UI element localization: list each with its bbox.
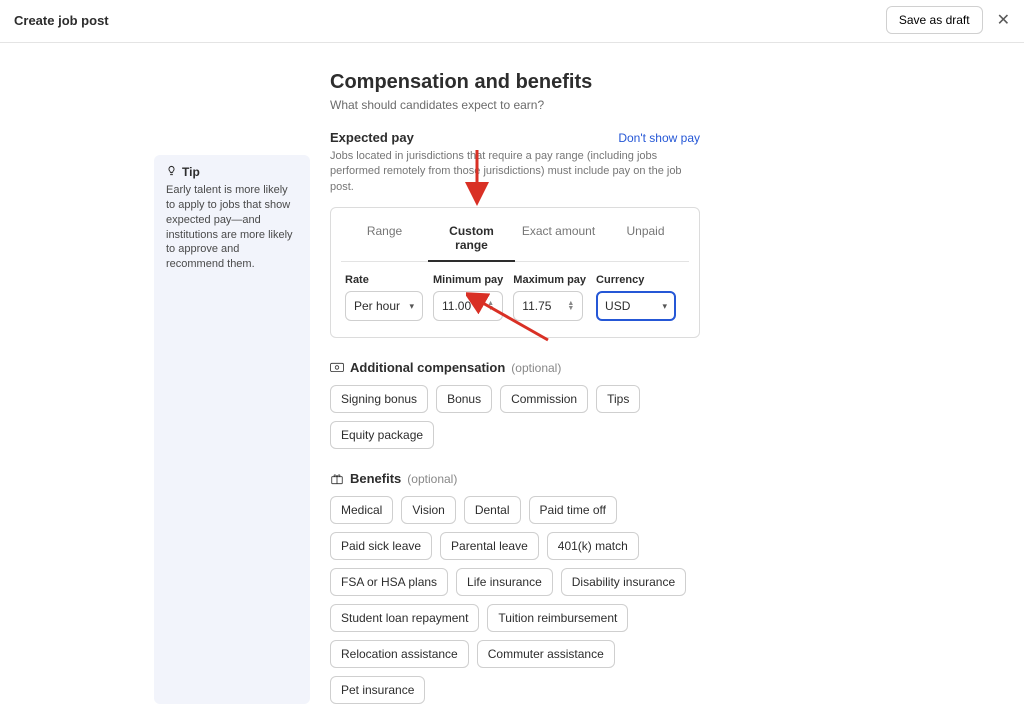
stepper-icon: ▲▼ <box>487 301 494 311</box>
tab-unpaid[interactable]: Unpaid <box>602 216 689 261</box>
tab-range[interactable]: Range <box>341 216 428 261</box>
close-icon[interactable]: ✕ <box>997 10 1010 30</box>
benefits-chip[interactable]: 401(k) match <box>547 532 639 560</box>
benefits-chip[interactable]: Commuter assistance <box>477 640 615 668</box>
additional-compensation-chip[interactable]: Commission <box>500 385 588 413</box>
min-label: Minimum pay <box>433 274 503 286</box>
benefits-chip[interactable]: Tuition reimbursement <box>487 604 628 632</box>
benefits-chip[interactable]: Vision <box>401 496 455 524</box>
additional-compensation-chip[interactable]: Signing bonus <box>330 385 428 413</box>
benefits-chip[interactable]: Pet insurance <box>330 676 425 704</box>
benefits-chip[interactable]: FSA or HSA plans <box>330 568 448 596</box>
tip-card: Tip Early talent is more likely to apply… <box>154 155 310 704</box>
lightbulb-icon <box>166 165 177 179</box>
save-as-draft-button[interactable]: Save as draft <box>886 6 983 34</box>
topbar: Create job post Save as draft ✕ <box>0 0 1024 43</box>
page-title: Create job post <box>14 13 109 28</box>
chevron-down-icon: ▾ <box>663 301 668 312</box>
benefits-chip[interactable]: Paid time off <box>529 496 617 524</box>
rate-select[interactable]: Per hour ▾ <box>345 291 423 321</box>
tip-heading: Tip <box>182 165 200 179</box>
currency-label: Currency <box>596 274 676 286</box>
tip-body: Early talent is more likely to apply to … <box>166 183 298 272</box>
maximum-pay-input[interactable]: 11.75 ▲▼ <box>513 291 583 321</box>
benefits-chip[interactable]: Paid sick leave <box>330 532 432 560</box>
benefits-title: Benefits <box>350 471 401 486</box>
tab-exact-amount[interactable]: Exact amount <box>515 216 602 261</box>
expected-pay-title: Expected pay <box>330 130 414 145</box>
max-label: Maximum pay <box>513 274 586 286</box>
additional-compensation-chip[interactable]: Tips <box>596 385 640 413</box>
benefits-chip[interactable]: Relocation assistance <box>330 640 469 668</box>
chevron-down-icon: ▾ <box>409 301 414 312</box>
benefits-chip[interactable]: Medical <box>330 496 393 524</box>
benefits-chip[interactable]: Parental leave <box>440 532 539 560</box>
benefits-chips: Medical Vision Dental Paid time off Paid sic… <box>330 496 700 704</box>
additional-compensation-chip[interactable]: Equity package <box>330 421 434 449</box>
cash-icon <box>330 362 344 374</box>
section-subheading: What should candidates expect to earn? <box>330 98 700 112</box>
benefits-chip[interactable]: Disability insurance <box>561 568 686 596</box>
minimum-pay-input[interactable]: 11.00 ▲▼ <box>433 291 503 321</box>
stepper-icon: ▲▼ <box>567 301 574 311</box>
pay-type-tabs: Range Custom range Exact amount Unpaid <box>341 216 689 262</box>
benefits-chip[interactable]: Life insurance <box>456 568 553 596</box>
additional-compensation-chips: Signing bonus Bonus Commission Tips Equity p… <box>330 385 700 449</box>
rate-label: Rate <box>345 274 423 286</box>
pay-card: Range Custom range Exact amount Unpaid R… <box>330 207 700 338</box>
dont-show-pay-link[interactable]: Don't show pay <box>618 131 700 145</box>
gift-icon <box>330 473 344 485</box>
additional-compensation-title: Additional compensation <box>350 360 505 375</box>
additional-compensation-chip[interactable]: Bonus <box>436 385 492 413</box>
tab-custom-range[interactable]: Custom range <box>428 216 515 262</box>
currency-select[interactable]: USD ▾ <box>596 291 676 321</box>
section-heading: Compensation and benefits <box>330 71 700 94</box>
benefits-chip[interactable]: Student loan repayment <box>330 604 479 632</box>
expected-pay-help: Jobs located in jurisdictions that requi… <box>330 149 700 195</box>
benefits-chip[interactable]: Dental <box>464 496 521 524</box>
